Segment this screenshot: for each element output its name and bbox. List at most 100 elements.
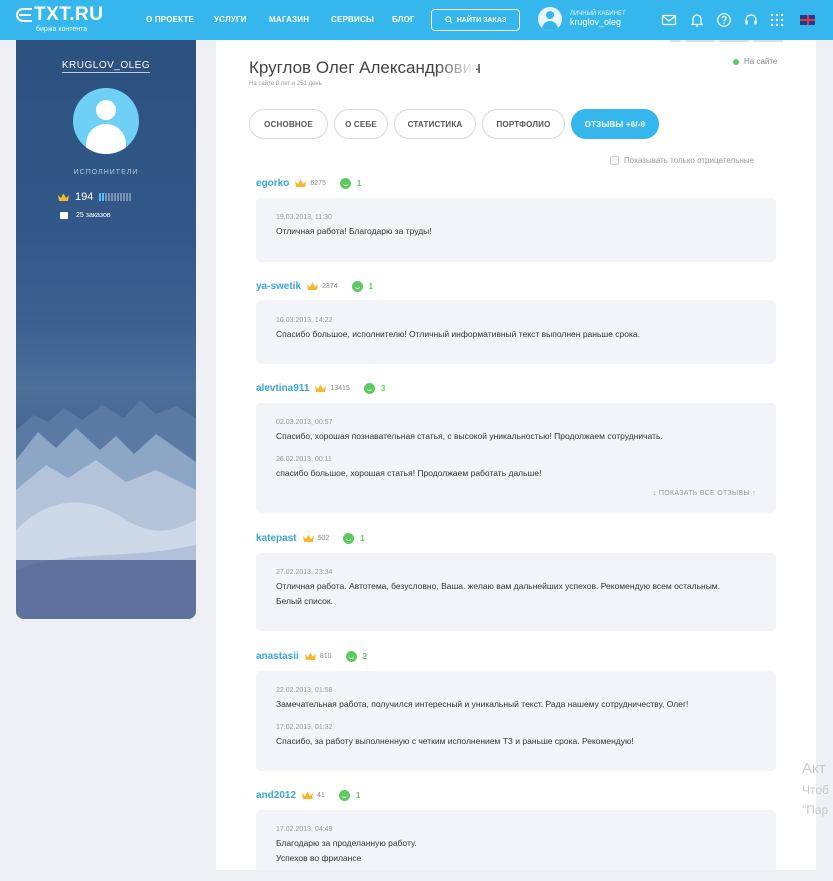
- negative-only-checkbox[interactable]: [610, 156, 619, 165]
- review-item: egorko 6275 1 19.03.2013, 11:30 Отличная…: [256, 176, 776, 262]
- reviewer-points: 2374: [322, 282, 338, 290]
- reviewer-link[interactable]: ya-swetik: [256, 281, 301, 292]
- reviewer-link[interactable]: alevtina911: [256, 383, 309, 394]
- sidebar-orders: 25 заказов: [60, 212, 111, 219]
- reviewer-points: 810: [319, 652, 332, 660]
- support-headset-icon[interactable]: [743, 12, 759, 28]
- review-item: and2012 41 1 17.02.2013, 04:49 Благодарю…: [256, 788, 776, 870]
- review-text: Спасибо, хорошая познавательная статья, …: [276, 431, 663, 441]
- find-order-label: НАЙТИ ЗАКАЗ: [456, 16, 507, 24]
- uk-flag-icon[interactable]: [800, 15, 815, 25]
- review-entry: 17.02.2013, 01:32 Спасибо, за работу вып…: [276, 724, 756, 749]
- review-entry: 26.02.2013, 00:11 спасибо большое, хорош…: [276, 456, 756, 481]
- review-item: katepast 502 1 27.02.2013, 23:34 Отлична…: [256, 531, 776, 631]
- positive-smile-icon: [363, 382, 375, 394]
- positive-smile-icon: [343, 532, 355, 544]
- find-order-button[interactable]: НАЙТИ ЗАКАЗ: [431, 9, 520, 31]
- review-item: alevtina911 13415 3 02.03.2013, 00:57 Сп…: [256, 381, 776, 513]
- review-box: 22.02.2013, 01:58 Замечательная работа, …: [256, 671, 776, 771]
- crown-icon: [295, 179, 307, 187]
- review-entry: 19.03.2013, 11:30 Отличная работа! Благо…: [276, 214, 756, 239]
- review-box: 02.03.2013, 00:57 Спасибо, хорошая позна…: [256, 403, 776, 513]
- logo-subtitle: биржа контента: [36, 26, 88, 33]
- crown-icon: [315, 384, 327, 392]
- crown-icon: [302, 534, 314, 542]
- profile-tabs: ОСНОВНОЕ О СЕБЕ СТАТИСТИКА ПОРТФОЛИО ОТЗ…: [249, 109, 659, 139]
- reviewer-link[interactable]: and2012: [256, 790, 296, 801]
- positive-smile-icon: [338, 789, 350, 801]
- tab-about[interactable]: О СЕБЕ: [334, 109, 388, 139]
- review-box: 10.03.2013, 14:22 Спасибо большое, испол…: [256, 300, 776, 364]
- positive-count: 2: [362, 651, 367, 661]
- reviewer-link[interactable]: anastasii: [256, 651, 299, 662]
- review-date: 19.03.2013, 11:30: [276, 214, 332, 221]
- tab-statistics[interactable]: СТАТИСТИКА: [394, 109, 476, 139]
- profile-since: На сайте 8 лет и 251 день: [249, 81, 322, 87]
- cabinet-label: ЛИЧНЫЙ КАБИНЕТ: [570, 11, 626, 17]
- online-dot-icon: [733, 58, 739, 65]
- logo-mark-icon: [16, 8, 32, 22]
- logo-text: TXT.RU: [34, 4, 104, 25]
- profile-sidebar: KRUGLOV_OLEG ИСПОЛНИТЕЛИ 194 25 заказов: [16, 40, 196, 619]
- positive-count: 1: [356, 178, 362, 188]
- review-text: Отличная работа. Автотема, безусловно, В…: [276, 581, 721, 606]
- nav-link-tools[interactable]: СЕРВИСЫ: [331, 15, 374, 24]
- help-icon[interactable]: [716, 12, 732, 28]
- review-entry: 22.02.2013, 01:58 Замечательная работа, …: [276, 687, 756, 712]
- nav-link-services[interactable]: УСЛУГИ: [214, 15, 247, 24]
- negative-only-label: Показывать только отрицательные: [624, 156, 755, 165]
- review-text: Замечательная работа, получился интересн…: [276, 699, 689, 709]
- sidebar-rating: 194: [58, 191, 132, 203]
- tab-main[interactable]: ОСНОВНОЕ: [249, 109, 328, 139]
- reviewer-points: 13415: [330, 384, 350, 392]
- mountain-background-image: [16, 400, 196, 619]
- reviewer-points: 502: [317, 534, 330, 542]
- review-date: 17.02.2013, 04:49: [276, 826, 333, 833]
- positive-count: 1: [360, 533, 365, 543]
- tab-portfolio[interactable]: ПОРТФОЛИО: [482, 109, 565, 139]
- nav-link-about[interactable]: О ПРОЕКТЕ: [146, 15, 194, 24]
- rating-value: 194: [75, 191, 94, 203]
- briefcase-icon: [60, 212, 68, 219]
- review-item: anastasii 810 2 22.02.2013, 01:58 Замеча…: [256, 649, 776, 771]
- review-date: 26.02.2013, 00:11: [276, 456, 332, 463]
- bell-icon[interactable]: [689, 12, 705, 28]
- activation-watermark-line: "Пар: [802, 803, 829, 817]
- cabinet-username: kruglov_oleg: [570, 17, 622, 27]
- activation-watermark-title: Акт: [802, 760, 826, 777]
- site-logo[interactable]: TXT.RU биржа контента: [16, 5, 104, 33]
- apps-grid-icon[interactable]: [769, 12, 785, 28]
- review-item: ya-swetik 2374 1 10.03.2013, 14:22 Спаси…: [256, 279, 776, 364]
- review-date: 02.03.2013, 00:57: [276, 419, 333, 426]
- mail-icon[interactable]: [661, 12, 677, 28]
- review-entry: 10.03.2013, 14:22 Спасибо большое, испол…: [276, 317, 756, 342]
- review-date: 22.02.2013, 01:58: [276, 687, 333, 694]
- review-text: Спасибо большое, исполнителю! Отличный и…: [276, 329, 641, 339]
- reviewer-link[interactable]: egorko: [256, 178, 289, 189]
- reviewer-points: 41: [317, 791, 325, 799]
- review-box: 17.02.2013, 04:49 Благодарю за проделанн…: [256, 810, 776, 870]
- show-all-reviews-link[interactable]: ↓ ПОКАЗАТЬ ВСЕ ОТЗЫВЫ ↑: [653, 490, 756, 497]
- negative-only-filter[interactable]: Показывать только отрицательные: [610, 156, 754, 165]
- positive-count: 3: [380, 383, 386, 393]
- profile-avatar: [73, 88, 139, 154]
- review-text: Отличная работа! Благодарю за труды!: [276, 226, 432, 236]
- crown-icon: [304, 652, 316, 660]
- reviewer-link[interactable]: katepast: [256, 533, 297, 544]
- orders-count: 25 заказов: [76, 212, 111, 219]
- review-entry: 02.03.2013, 00:57 Спасибо, хорошая позна…: [276, 419, 756, 444]
- crown-icon: [307, 282, 319, 290]
- nav-link-shop[interactable]: МАГАЗИН: [269, 15, 309, 24]
- rating-level-bar: [99, 193, 132, 201]
- positive-smile-icon: [345, 650, 357, 662]
- positive-smile-icon: [339, 177, 351, 189]
- tab-reviews[interactable]: ОТЗЫВЫ +6/-0: [571, 109, 659, 139]
- activation-watermark-line: Чтоб: [802, 783, 829, 797]
- sidebar-username[interactable]: KRUGLOV_OLEG: [16, 60, 196, 73]
- search-icon: [444, 16, 453, 24]
- profile-main-panel: Круглов Олег Александрович На сайте 8 ле…: [216, 40, 816, 870]
- review-text: Спасибо, за работу выполненную с четким …: [276, 736, 634, 746]
- review-box: 27.02.2013, 23:34 Отличная работа. Автот…: [256, 553, 776, 631]
- account-menu[interactable]: ЛИЧНЫЙ КАБИНЕТ kruglov_oleg: [538, 7, 626, 31]
- nav-link-blog[interactable]: БЛОГ: [392, 15, 415, 24]
